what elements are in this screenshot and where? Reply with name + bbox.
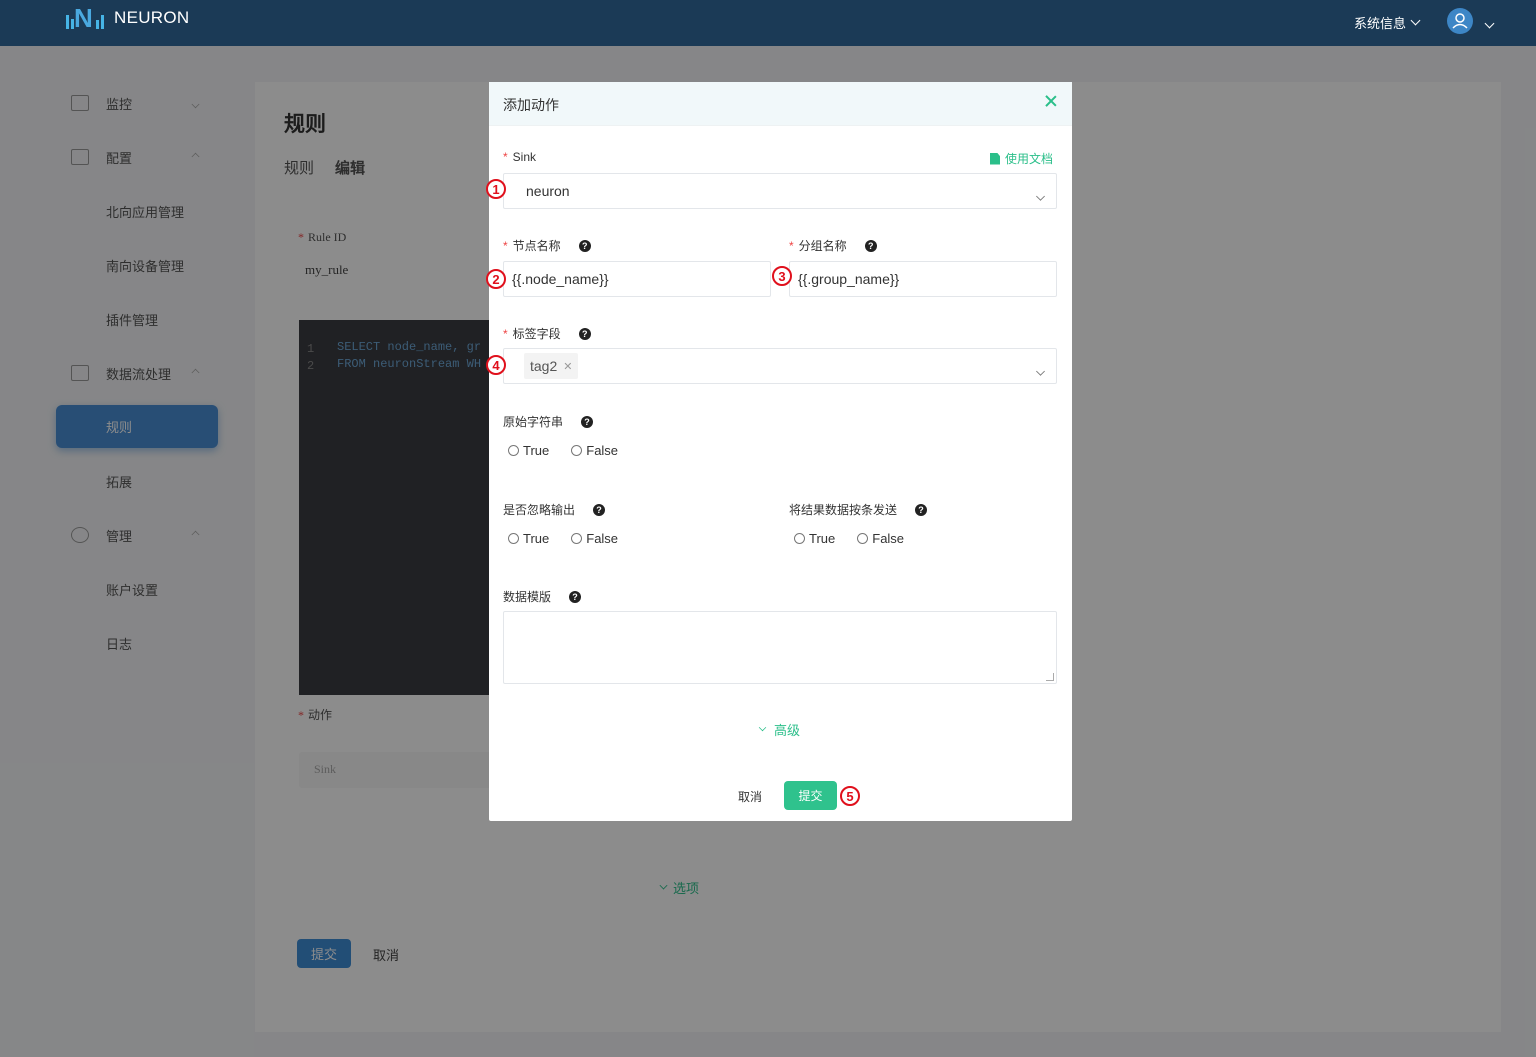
annotation-marker-5: 5 xyxy=(840,786,860,806)
omit-output-false-radio[interactable]: False xyxy=(571,531,618,546)
logo-text: NEURON xyxy=(114,8,190,27)
data-template-textarea[interactable] xyxy=(503,611,1057,684)
user-icon xyxy=(1452,13,1468,29)
send-single-radio-group: True False xyxy=(794,531,904,546)
help-icon[interactable]: ? xyxy=(578,327,591,340)
tag-chip: tag2 ✕ xyxy=(524,353,579,379)
data-template-label: 数据模版? xyxy=(503,588,582,605)
add-action-modal: 添加动作 * Sink 使用文档 neuron * 节点名称? {{.node_na… xyxy=(486,82,1072,821)
omit-output-radio-group: True False xyxy=(508,531,618,546)
help-icon[interactable]: ? xyxy=(864,239,877,252)
omit-output-label: 是否忽略输出? xyxy=(503,501,606,518)
node-name-value: {{.node_name}} xyxy=(512,271,609,287)
logo-mark-icon: N xyxy=(64,5,108,31)
help-icon[interactable]: ? xyxy=(915,503,928,516)
advanced-toggle[interactable]: 高级 xyxy=(758,720,801,739)
doc-link-label: 使用文档 xyxy=(1005,152,1054,166)
modal-cancel-button[interactable]: 取消 xyxy=(738,788,762,805)
help-icon[interactable]: ? xyxy=(569,590,582,603)
annotation-marker-1: 1 xyxy=(486,179,506,199)
annotation-marker-3: 3 xyxy=(772,266,792,286)
group-name-value: {{.group_name}} xyxy=(798,271,900,287)
modal-submit-button[interactable]: 提交 xyxy=(784,781,837,810)
system-info-menu[interactable]: 系统信息 xyxy=(1354,13,1421,32)
node-name-label: * 节点名称? xyxy=(503,237,591,254)
raw-string-label: 原始字符串? xyxy=(503,413,594,430)
annotation-marker-2: 2 xyxy=(486,269,506,289)
avatar[interactable] xyxy=(1447,8,1473,34)
chevron-down-icon xyxy=(1410,15,1421,26)
send-single-label: 将结果数据按条发送? xyxy=(789,501,928,518)
close-icon[interactable] xyxy=(1043,93,1059,109)
system-info-label: 系统信息 xyxy=(1354,16,1407,31)
chevron-down-icon xyxy=(758,723,767,732)
chevron-down-icon xyxy=(1036,188,1045,202)
tags-label: * 标签字段? xyxy=(503,325,591,342)
sink-select-value: neuron xyxy=(526,183,570,199)
sink-label: * Sink xyxy=(503,150,537,164)
raw-string-true-radio[interactable]: True xyxy=(508,443,549,458)
modal-title: 添加动作 xyxy=(503,97,559,113)
send-single-false-radio[interactable]: False xyxy=(857,531,904,546)
tags-select[interactable]: tag2 ✕ xyxy=(503,348,1057,384)
neuron-logo[interactable]: N NEURON xyxy=(64,5,189,31)
group-name-label: * 分组名称? xyxy=(789,237,877,254)
group-name-input[interactable]: {{.group_name}} xyxy=(789,261,1057,297)
omit-output-true-radio[interactable]: True xyxy=(508,531,549,546)
tag-chip-label: tag2 xyxy=(530,358,558,374)
annotation-marker-4: 4 xyxy=(486,355,506,375)
help-icon[interactable]: ? xyxy=(593,503,606,516)
chevron-down-icon xyxy=(1036,363,1045,377)
help-icon[interactable]: ? xyxy=(581,415,594,428)
resize-handle-icon[interactable] xyxy=(1046,673,1054,681)
raw-string-radio-group: True False xyxy=(508,443,618,458)
top-header: N NEURON 系统信息 xyxy=(0,0,1536,46)
close-icon[interactable]: ✕ xyxy=(563,360,572,373)
send-single-true-radio[interactable]: True xyxy=(794,531,835,546)
help-icon[interactable]: ? xyxy=(578,239,591,252)
node-name-input[interactable]: {{.node_name}} xyxy=(503,261,771,297)
raw-string-false-radio[interactable]: False xyxy=(571,443,618,458)
document-icon xyxy=(990,152,1000,165)
sink-select[interactable]: neuron xyxy=(503,173,1057,209)
advanced-label: 高级 xyxy=(774,723,801,738)
modal-header: 添加动作 xyxy=(489,82,1072,126)
doc-link[interactable]: 使用文档 xyxy=(990,150,1053,167)
chevron-down-icon[interactable] xyxy=(1484,15,1495,30)
